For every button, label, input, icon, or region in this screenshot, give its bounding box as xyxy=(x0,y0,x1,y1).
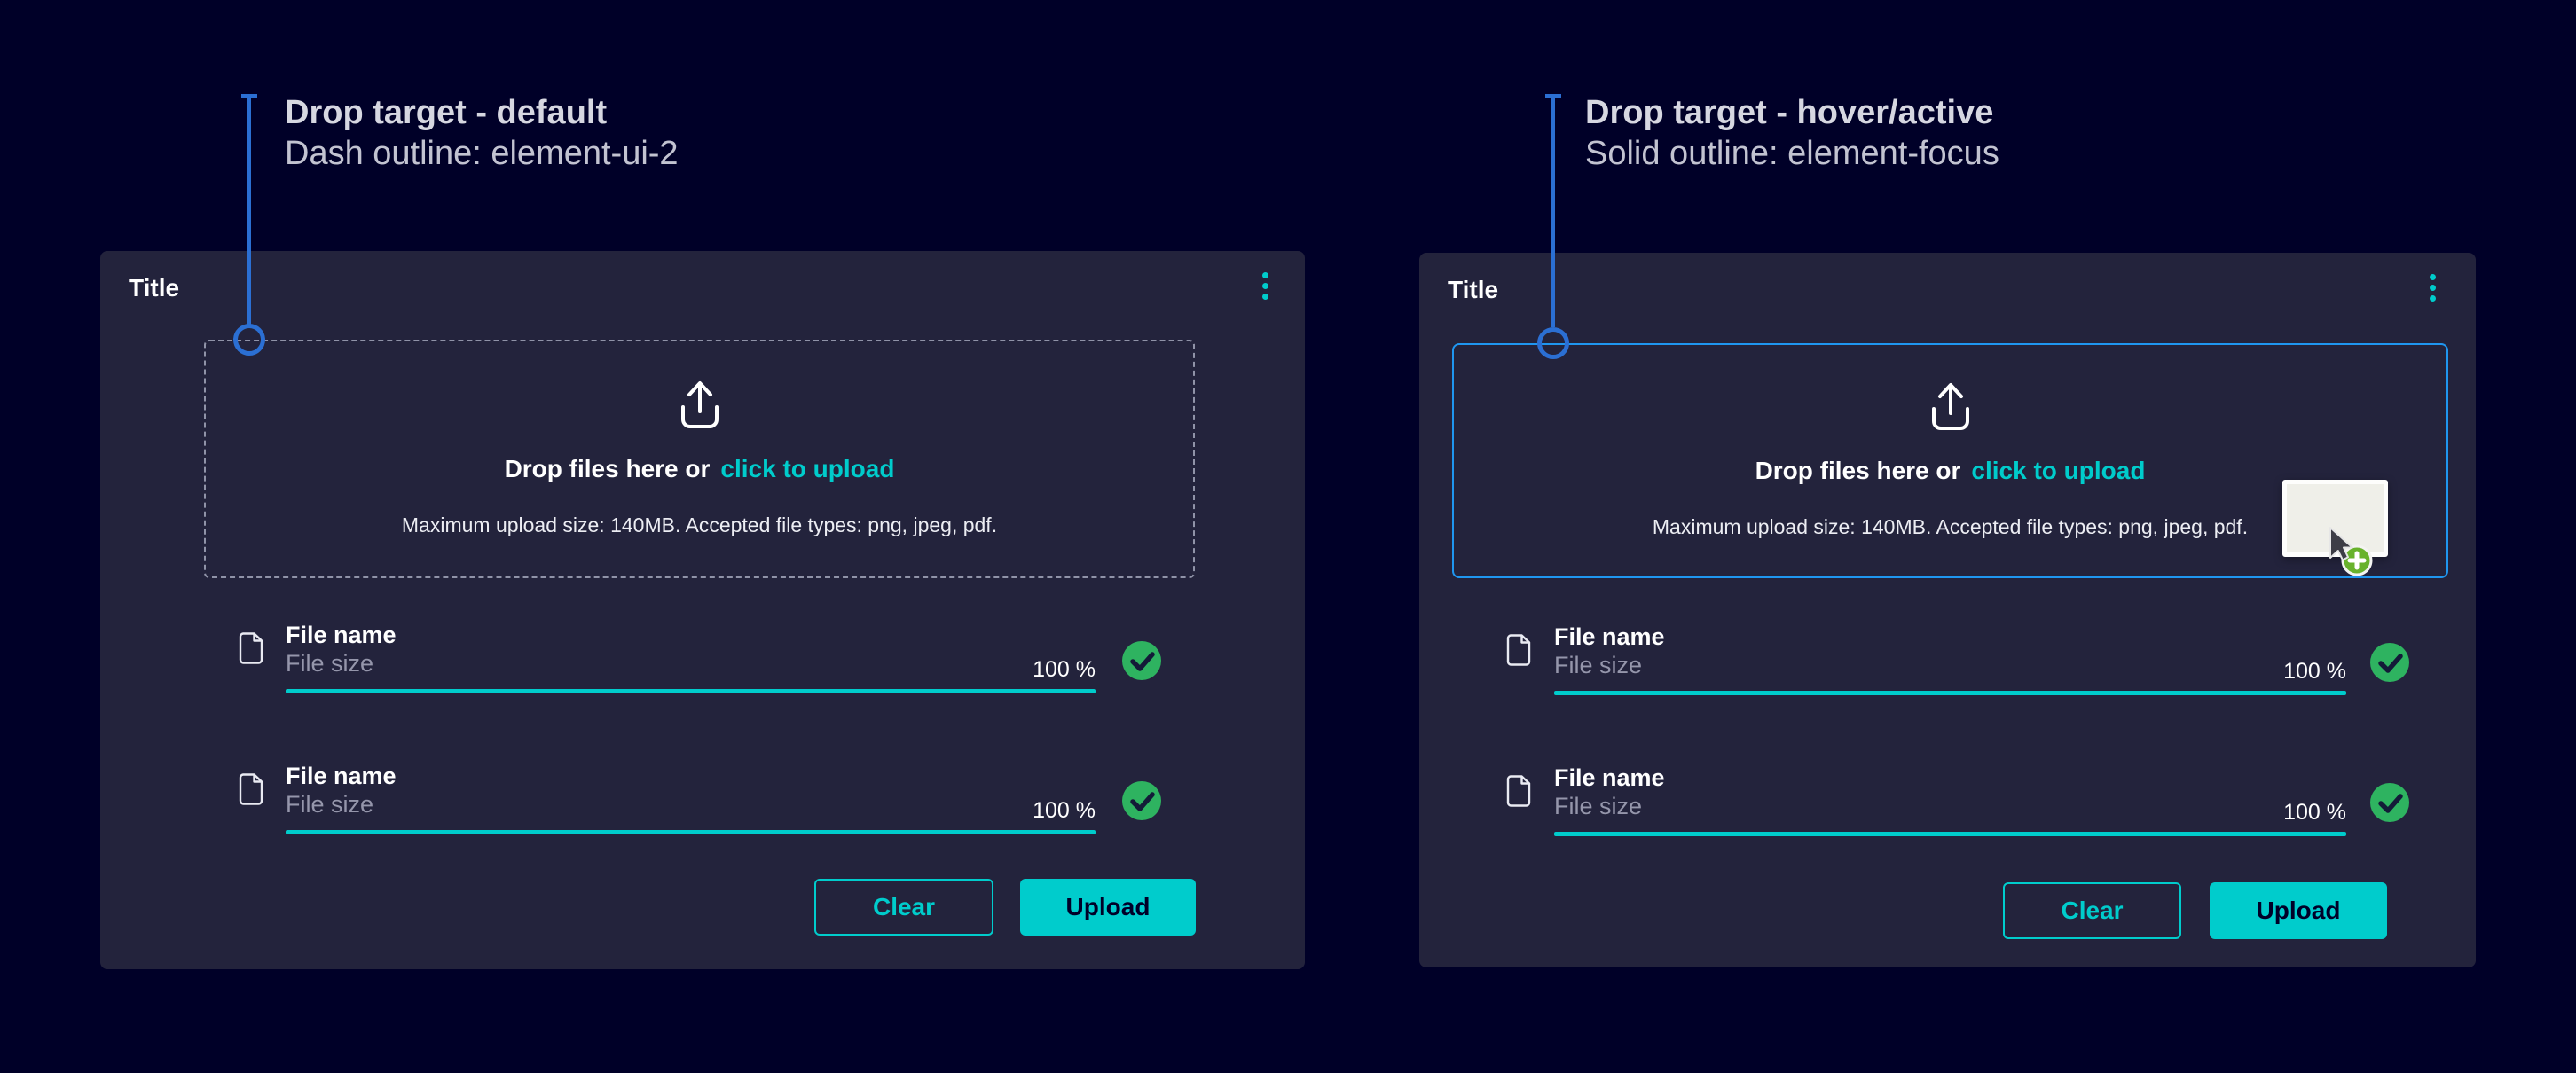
upload-icon xyxy=(1928,380,1974,432)
file-name: File name xyxy=(286,762,397,790)
file-icon xyxy=(1505,633,1532,667)
clear-button[interactable]: Clear xyxy=(2003,882,2181,939)
check-circle-icon xyxy=(1122,641,1161,680)
progress-bar xyxy=(1554,691,2346,695)
annotation-subtitle: Solid outline: element-focus xyxy=(1585,133,1999,174)
annotation-subtitle: Dash outline: element-ui-2 xyxy=(285,133,679,174)
progress-bar xyxy=(1554,832,2346,836)
drag-copy-cursor-icon xyxy=(2311,519,2382,590)
upload-link[interactable]: click to upload xyxy=(1971,457,2145,484)
file-icon xyxy=(1505,774,1532,808)
file-size: File size xyxy=(1554,651,1665,679)
check-circle-icon xyxy=(2370,643,2409,682)
dropzone-default[interactable]: Drop files here or click to upload Maximu… xyxy=(204,340,1195,578)
progress-percent: 100 % xyxy=(2169,800,2346,826)
check-circle-icon xyxy=(1122,781,1161,820)
annotation-line xyxy=(247,94,251,325)
kebab-menu-icon[interactable] xyxy=(1262,272,1268,300)
annotation-label: Drop target - default Dash outline: elem… xyxy=(285,92,679,174)
dropzone-hint: Maximum upload size: 140MB. Accepted fil… xyxy=(1653,515,2248,539)
annotation-label: Drop target - hover/active Solid outline… xyxy=(1585,92,1999,174)
upload-link[interactable]: click to upload xyxy=(720,455,894,482)
upload-button[interactable]: Upload xyxy=(2210,882,2387,939)
file-size: File size xyxy=(1554,792,1665,820)
file-name: File name xyxy=(1554,764,1665,792)
dropzone-prompt-text: Drop files here or xyxy=(1755,457,1961,484)
annotation-line xyxy=(1551,94,1555,327)
annotation-title: Drop target - default xyxy=(285,92,679,133)
upload-card: Title Drop files here or click to upload … xyxy=(100,251,1305,969)
progress-percent: 100 % xyxy=(2169,659,2346,685)
progress-percent: 100 % xyxy=(918,798,1096,824)
file-text: File name File size xyxy=(286,621,397,677)
file-text: File name File size xyxy=(1554,764,1665,820)
dropzone-prompt-text: Drop files here or xyxy=(505,455,711,482)
progress-bar xyxy=(286,830,1096,834)
kebab-menu-icon[interactable] xyxy=(2430,274,2436,302)
file-text: File name File size xyxy=(1554,623,1665,679)
check-circle-icon xyxy=(2370,783,2409,822)
dropzone-hint: Maximum upload size: 140MB. Accepted fil… xyxy=(402,513,997,537)
file-size: File size xyxy=(286,790,397,818)
file-size: File size xyxy=(286,649,397,677)
progress-percent: 100 % xyxy=(918,657,1096,683)
design-canvas: Drop target - default Dash outline: elem… xyxy=(0,0,2576,1073)
card-title: Title xyxy=(1448,276,1498,304)
file-name: File name xyxy=(1554,623,1665,651)
progress-bar xyxy=(286,689,1096,693)
upload-icon xyxy=(677,379,723,430)
file-name: File name xyxy=(286,621,397,649)
annotation-title: Drop target - hover/active xyxy=(1585,92,1999,133)
clear-button[interactable]: Clear xyxy=(814,879,993,936)
upload-card: Title Drop files here orclick to upload … xyxy=(1419,253,2476,967)
file-icon xyxy=(238,631,264,665)
file-text: File name File size xyxy=(286,762,397,818)
annotation-ring xyxy=(1537,327,1569,359)
dropzone-prompt: Drop files here or click to upload xyxy=(1755,457,2146,485)
card-title: Title xyxy=(129,274,179,302)
dropzone-prompt: Drop files here or click to upload xyxy=(505,455,895,483)
file-icon xyxy=(238,772,264,806)
upload-button[interactable]: Upload xyxy=(1020,879,1196,936)
annotation-ring xyxy=(233,324,265,356)
